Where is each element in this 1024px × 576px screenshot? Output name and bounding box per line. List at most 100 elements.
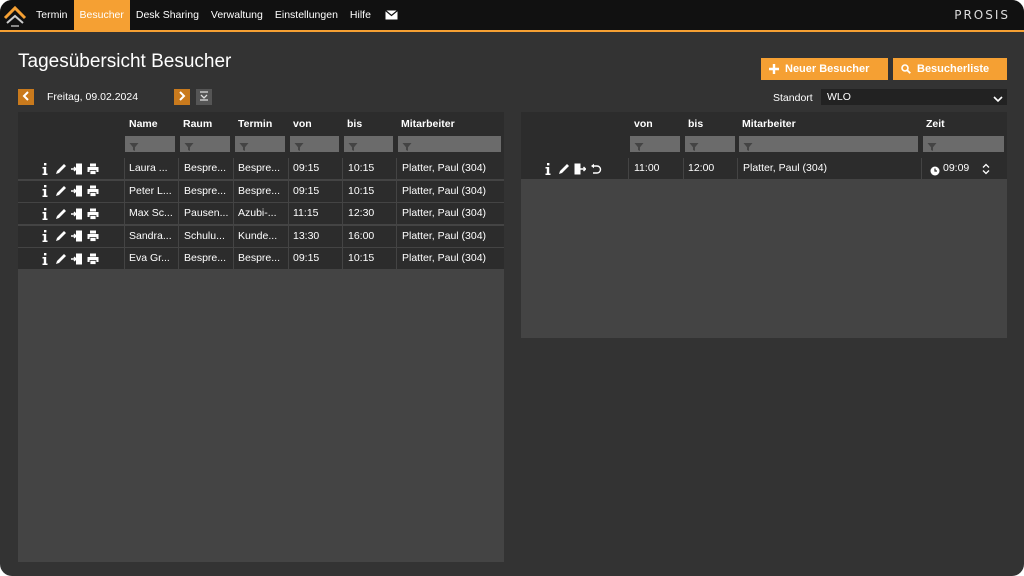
standort-select[interactable]: WLO — [821, 89, 1007, 105]
table-row[interactable]: Laura ... Bespre... Bespre... 09:15 10:15 Pla… — [18, 158, 504, 179]
table-row[interactable]: Max Sc... Pausen... Azubi-... 11:15 12:30 Pla… — [18, 203, 504, 224]
column-divider — [396, 225, 397, 247]
undo-icon[interactable] — [589, 162, 602, 175]
cell-von: 09:15 — [293, 252, 320, 264]
info-icon[interactable] — [541, 162, 554, 175]
previous-day-button[interactable] — [18, 89, 34, 105]
column-divider — [342, 248, 343, 269]
mail-icon[interactable] — [385, 0, 399, 30]
column-header-bis[interactable]: bis — [688, 118, 703, 130]
standort-label: Standort — [773, 92, 813, 104]
column-header-mitarbeiter[interactable]: Mitarbeiter — [401, 118, 455, 130]
nav-item-besucher[interactable]: Besucher — [73, 0, 130, 30]
table-row[interactable]: Sandra... Schulu... Kunde... 13:30 16:00 Plat… — [18, 225, 504, 247]
print-icon[interactable] — [86, 252, 99, 265]
cell-name: Peter L... — [129, 184, 172, 197]
print-icon[interactable] — [86, 162, 99, 175]
cell-termin: Azubi-... — [238, 207, 277, 219]
filter-mitarbeiter[interactable] — [398, 136, 501, 152]
column-divider — [288, 248, 289, 269]
info-icon[interactable] — [38, 207, 51, 220]
column-divider — [178, 180, 179, 202]
filter-termin[interactable] — [235, 136, 285, 152]
column-header-name[interactable]: Name — [129, 118, 158, 130]
column-header-mitarbeiter[interactable]: Mitarbeiter — [742, 118, 796, 130]
table-row[interactable]: 11:00 12:00 Platter, Paul (304) 09:09 — [521, 158, 1007, 179]
checkin-icon[interactable] — [70, 162, 83, 175]
checkin-icon[interactable] — [70, 252, 83, 265]
filter-raum[interactable] — [180, 136, 230, 152]
checkin-icon[interactable] — [70, 185, 83, 198]
table-row[interactable]: Peter L... Bespre... Bespre... 09:15 10:15 Pl… — [18, 180, 504, 202]
column-divider — [342, 158, 343, 179]
plus-icon — [769, 64, 779, 74]
column-divider — [233, 158, 234, 179]
filter-zeit[interactable] — [923, 136, 1004, 152]
edit-icon[interactable] — [54, 162, 67, 175]
checkin-icon[interactable] — [70, 207, 83, 220]
time-spinner-icon[interactable] — [982, 162, 990, 180]
column-header-termin[interactable]: Termin — [238, 118, 272, 130]
filter-icon — [927, 139, 937, 157]
info-icon[interactable] — [38, 185, 51, 198]
cell-raum: Schulu... — [184, 229, 225, 242]
nav-item-desk-sharing[interactable]: Desk Sharing — [130, 0, 205, 30]
row-actions — [38, 203, 99, 224]
nav-item-verwaltung[interactable]: Verwaltung — [205, 0, 269, 30]
edit-icon[interactable] — [54, 230, 67, 243]
visitor-table-header: Name Raum Termin von bis Mitarbeiter — [18, 112, 504, 158]
nav-item-termin[interactable]: Termin — [30, 0, 74, 30]
cell-mitarbeiter: Platter, Paul (304) — [743, 162, 828, 174]
column-header-von[interactable]: von — [634, 118, 653, 130]
column-divider — [683, 158, 684, 179]
column-divider — [288, 203, 289, 224]
filter-name[interactable] — [125, 136, 175, 152]
next-day-button[interactable] — [174, 89, 190, 105]
chevron-down-icon — [993, 92, 1003, 108]
filter-icon — [348, 139, 358, 157]
column-divider — [628, 158, 629, 179]
column-divider — [124, 158, 125, 179]
nav-item-einstellungen[interactable]: Einstellungen — [269, 0, 344, 30]
print-icon[interactable] — [86, 185, 99, 198]
brand-logo: PROSIS — [954, 8, 1010, 22]
current-date: Freitag, 09.02.2024 — [47, 91, 139, 103]
logo-icon[interactable] — [2, 0, 28, 30]
cell-zeit[interactable]: 09:09 — [943, 158, 983, 179]
edit-icon[interactable] — [54, 252, 67, 265]
column-divider — [124, 180, 125, 202]
filter-von[interactable] — [290, 136, 339, 152]
edit-icon[interactable] — [557, 162, 570, 175]
checkin-icon[interactable] — [70, 230, 83, 243]
cell-bis: 10:15 — [348, 252, 375, 264]
print-icon[interactable] — [86, 207, 99, 220]
print-icon[interactable] — [86, 230, 99, 243]
column-header-raum[interactable]: Raum — [183, 118, 212, 130]
info-icon[interactable] — [38, 252, 51, 265]
column-divider — [233, 225, 234, 247]
filter-mitarbeiter[interactable] — [739, 136, 918, 152]
table-row[interactable]: Eva Gr... Bespre... Bespre... 09:15 10:15 Pla… — [18, 248, 504, 269]
new-visitor-button[interactable]: Neuer Besucher — [761, 58, 888, 80]
column-header-zeit[interactable]: Zeit — [926, 118, 945, 130]
info-icon[interactable] — [38, 162, 51, 175]
filter-bis[interactable] — [344, 136, 393, 152]
column-header-von[interactable]: von — [293, 118, 312, 130]
visitor-list-button[interactable]: Besucherliste — [893, 58, 1007, 80]
column-header-bis[interactable]: bis — [347, 118, 362, 130]
edit-icon[interactable] — [54, 207, 67, 220]
nav-item-hilfe[interactable]: Hilfe — [344, 0, 377, 30]
filter-von[interactable] — [630, 136, 680, 152]
cell-raum: Pausen... — [184, 207, 229, 219]
date-picker-button[interactable] — [196, 89, 212, 105]
search-icon — [901, 64, 911, 74]
standort-value: WLO — [827, 91, 851, 103]
cell-von: 11:15 — [293, 207, 319, 219]
filter-icon — [184, 139, 194, 157]
info-icon[interactable] — [38, 230, 51, 243]
filter-bis[interactable] — [685, 136, 735, 152]
edit-icon[interactable] — [54, 185, 67, 198]
checkout-icon[interactable] — [573, 162, 586, 175]
cell-bis: 16:00 — [348, 229, 375, 242]
cell-name: Sandra... — [129, 229, 172, 242]
